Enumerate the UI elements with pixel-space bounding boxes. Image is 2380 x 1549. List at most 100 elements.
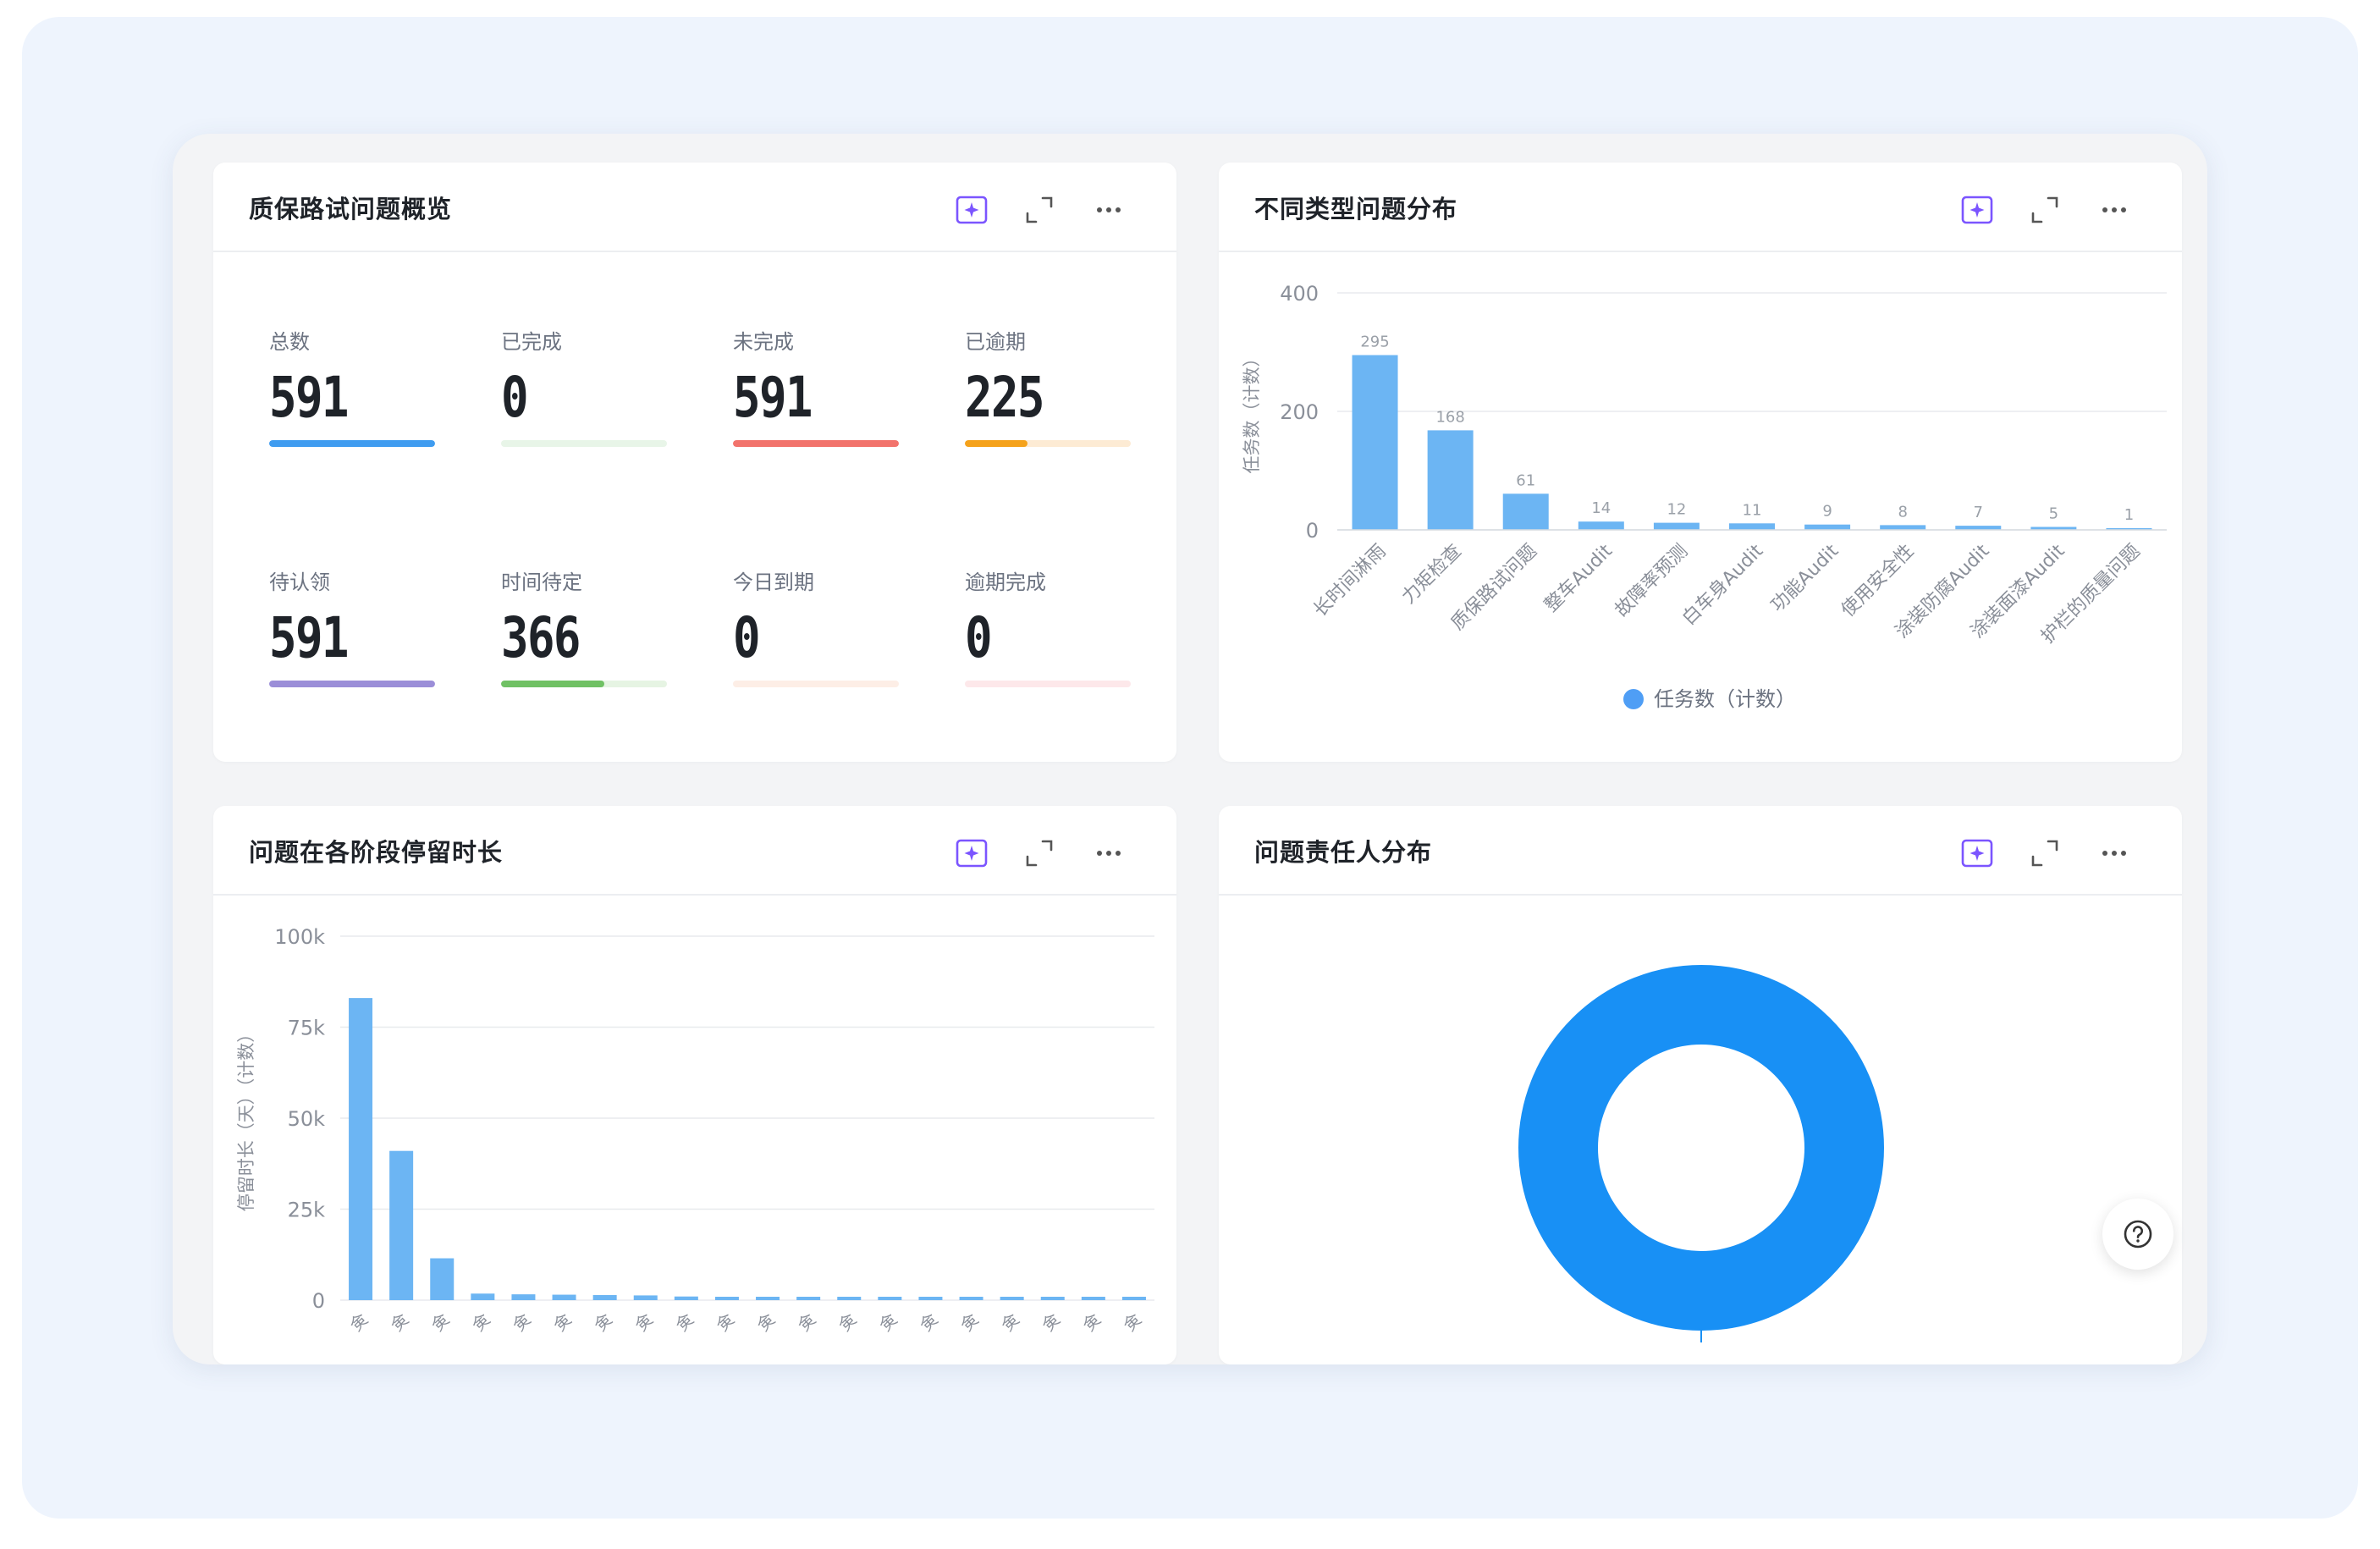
fullscreen-icon[interactable] bbox=[1022, 193, 1056, 227]
bar[interactable] bbox=[756, 1297, 780, 1300]
x-tick-label: 整车Audit bbox=[1540, 540, 1617, 616]
more-icon[interactable] bbox=[2097, 193, 2131, 227]
stat-label: 时间待定 bbox=[501, 571, 582, 594]
stat-value: 0 bbox=[733, 605, 761, 670]
data-label: 1 bbox=[2124, 506, 2134, 524]
data-label: 61 bbox=[1516, 471, 1535, 489]
stat-label: 总数 bbox=[269, 330, 310, 354]
ai-insight-icon[interactable] bbox=[1960, 836, 1994, 870]
stat-progress-fill bbox=[733, 440, 899, 447]
bar[interactable] bbox=[837, 1297, 862, 1300]
x-tick-label: 㑒 bbox=[794, 1309, 820, 1336]
more-icon[interactable] bbox=[1092, 836, 1126, 870]
x-tick-label: 使用安全性 bbox=[1837, 541, 1918, 621]
x-tick-label: 㑒 bbox=[835, 1309, 861, 1336]
fullscreen-icon[interactable] bbox=[2028, 836, 2062, 870]
bar[interactable] bbox=[471, 1293, 495, 1300]
legend[interactable]: 任务数（计数） bbox=[1623, 687, 1796, 711]
bar[interactable] bbox=[389, 1150, 414, 1300]
data-label: 14 bbox=[1591, 499, 1611, 517]
bar[interactable] bbox=[959, 1297, 983, 1300]
bar[interactable] bbox=[1502, 493, 1549, 530]
stat-label: 未完成 bbox=[733, 330, 794, 354]
stat-item: 总数 591 bbox=[269, 328, 435, 455]
bar[interactable] bbox=[1352, 355, 1398, 531]
more-icon[interactable] bbox=[2097, 836, 2131, 870]
donut-slice[interactable] bbox=[1518, 965, 1884, 1331]
stage-bar-chart: 025k50k75k100k停留时长（天）（计数）㑒㑒㑒㑒㑒㑒㑒㑒㑒㑒㑒㑒㑒㑒㑒… bbox=[236, 925, 1154, 1336]
stat-value: 0 bbox=[501, 365, 529, 430]
more-icon[interactable] bbox=[1092, 193, 1126, 227]
stat-progress-fill bbox=[501, 681, 604, 687]
stat-item: 待认领 591 bbox=[269, 569, 435, 696]
stat-label: 逾期完成 bbox=[965, 571, 1046, 594]
x-tick-label: 㑒 bbox=[712, 1309, 738, 1336]
bar[interactable] bbox=[1653, 522, 1700, 530]
x-tick-label: 功能Audit bbox=[1767, 540, 1843, 616]
data-label: 11 bbox=[1743, 501, 1762, 519]
bar[interactable] bbox=[918, 1297, 943, 1300]
x-tick-label: 㑒 bbox=[1038, 1309, 1064, 1336]
bar[interactable] bbox=[674, 1296, 698, 1300]
bar[interactable] bbox=[1081, 1297, 1105, 1300]
stat-item: 逾期完成 0 bbox=[965, 569, 1131, 696]
overview-card: 质保路试问题概览 总数 591 已完成 0 未完成 591 已逾期 225 待认领 591 时间待定… bbox=[213, 163, 1176, 762]
bar[interactable] bbox=[511, 1294, 536, 1300]
stat-label: 今日到期 bbox=[733, 571, 814, 594]
bar[interactable] bbox=[1000, 1297, 1024, 1300]
card-header: 问题责任人分布 bbox=[1219, 806, 2182, 896]
data-label: 5 bbox=[2049, 505, 2058, 523]
y-tick-label: 0 bbox=[1306, 519, 1319, 543]
x-tick-label: 㑒 bbox=[549, 1309, 576, 1336]
stat-progress-fill bbox=[965, 440, 1028, 447]
card-title: 问题责任人分布 bbox=[1254, 838, 1433, 867]
stat-value: 366 bbox=[501, 605, 581, 670]
card-header: 不同类型问题分布 bbox=[1219, 163, 2182, 252]
card-title: 不同类型问题分布 bbox=[1254, 195, 1458, 223]
bar[interactable] bbox=[349, 998, 373, 1300]
ai-insight-icon[interactable] bbox=[1960, 193, 1994, 227]
x-tick-label: 㑒 bbox=[590, 1309, 616, 1336]
stat-progress-bar bbox=[501, 440, 667, 447]
ai-insight-icon[interactable] bbox=[955, 836, 989, 870]
bar[interactable] bbox=[878, 1297, 902, 1300]
stat-item: 已完成 0 bbox=[501, 328, 667, 455]
stat-label: 已完成 bbox=[501, 330, 562, 354]
stat-progress-bar bbox=[269, 681, 435, 687]
x-tick-label: 㑒 bbox=[468, 1309, 494, 1336]
x-tick-label: 㑒 bbox=[1119, 1309, 1145, 1336]
help-button[interactable] bbox=[2102, 1199, 2173, 1270]
bar[interactable] bbox=[1427, 430, 1474, 530]
fullscreen-icon[interactable] bbox=[2028, 193, 2062, 227]
stat-value: 0 bbox=[965, 605, 993, 670]
x-tick-label: 㑒 bbox=[1078, 1309, 1105, 1336]
stat-value: 591 bbox=[269, 605, 349, 670]
card-header: 质保路试问题概览 bbox=[213, 163, 1176, 252]
bar[interactable] bbox=[552, 1294, 576, 1300]
stage-duration-card: 问题在各阶段停留时长 0 25k 50k 75k 100k 停留时长（天）（计数）㑒㑒㑒㑒… bbox=[213, 806, 1176, 1364]
bar[interactable] bbox=[796, 1297, 821, 1300]
bar[interactable] bbox=[1804, 524, 1851, 530]
bar[interactable] bbox=[1121, 1297, 1146, 1300]
y-tick-label: 400 bbox=[1280, 282, 1319, 306]
type-bar-chart: 0200400任务数（计数）295长时间淋雨168力矩检查61质保路试问题14整… bbox=[1242, 282, 2167, 711]
bar[interactable] bbox=[633, 1295, 658, 1300]
y-axis-label: 任务数（计数） bbox=[1242, 350, 1262, 474]
bar[interactable] bbox=[1880, 525, 1926, 530]
fullscreen-icon[interactable] bbox=[1022, 836, 1056, 870]
card-title: 质保路试问题概览 bbox=[249, 195, 453, 223]
bar[interactable] bbox=[714, 1297, 739, 1300]
x-tick-label: 白车身Audit bbox=[1678, 540, 1767, 629]
data-label: 168 bbox=[1435, 408, 1464, 426]
bar[interactable] bbox=[1578, 521, 1624, 530]
y-tick-label: 25k bbox=[288, 1199, 326, 1222]
bar[interactable] bbox=[592, 1294, 617, 1300]
stat-item: 时间待定 366 bbox=[501, 569, 667, 696]
ai-insight-icon[interactable] bbox=[955, 193, 989, 227]
bar[interactable] bbox=[1040, 1297, 1065, 1300]
bar[interactable] bbox=[1729, 523, 1775, 530]
bar[interactable] bbox=[430, 1258, 455, 1300]
assignee-distribution-card: 问题责任人分布 bbox=[1219, 806, 2182, 1364]
stat-value: 225 bbox=[965, 365, 1044, 430]
x-tick-label: 㑒 bbox=[671, 1309, 697, 1336]
